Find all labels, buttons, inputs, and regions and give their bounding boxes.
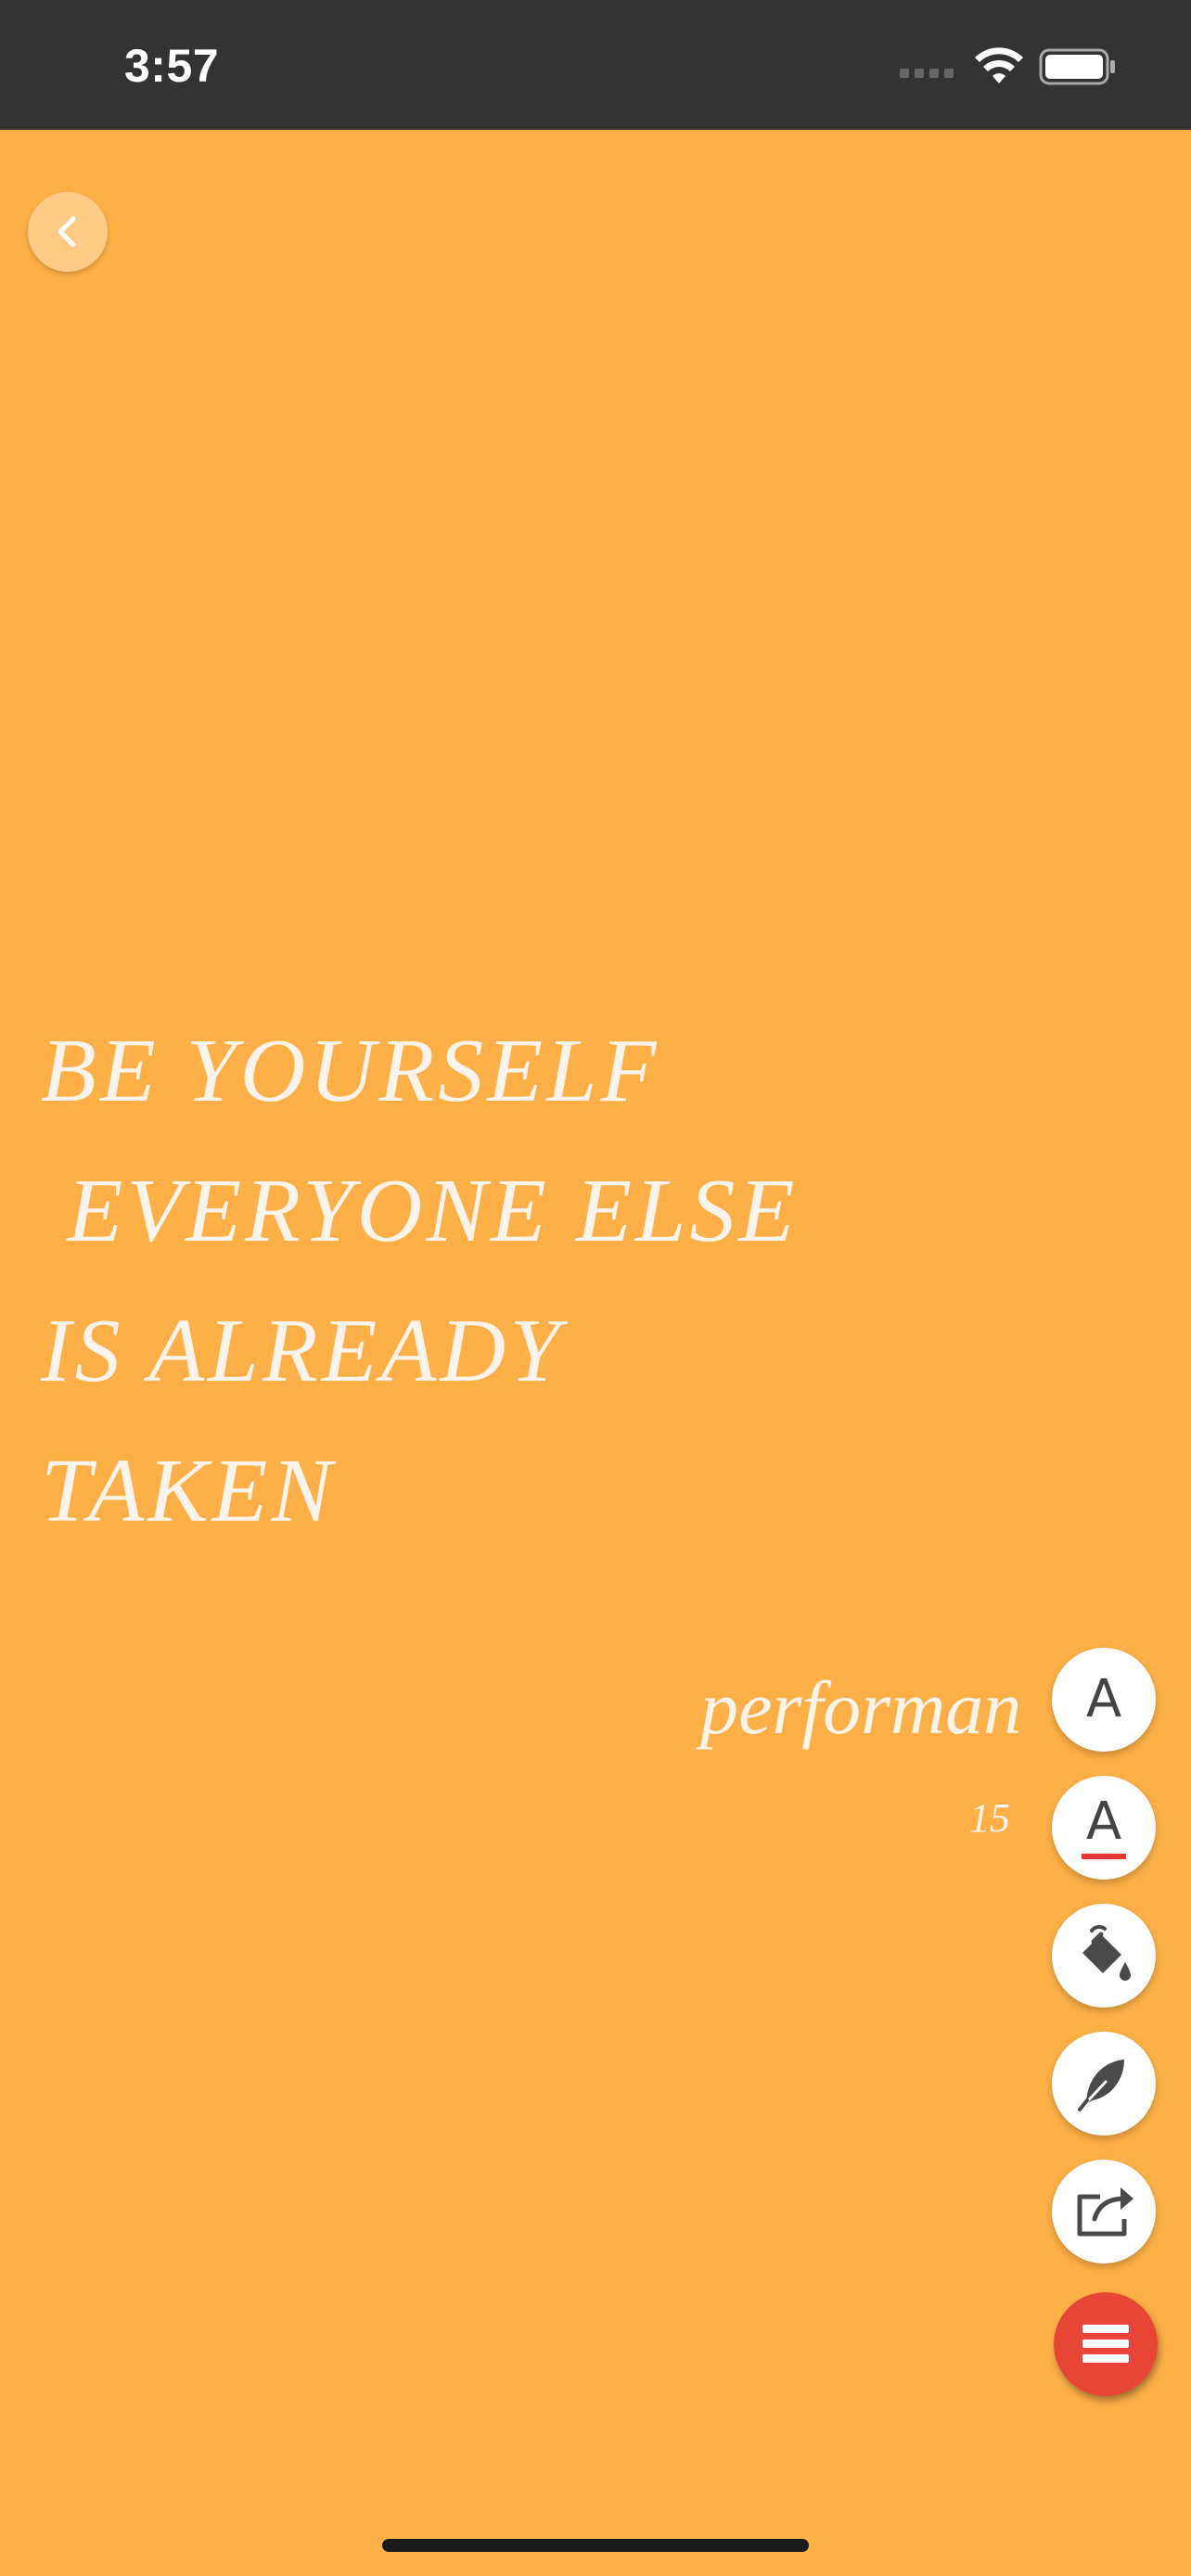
status-time: 3:57	[124, 40, 220, 92]
signature-button[interactable]	[1052, 2032, 1156, 2136]
color-underline	[1082, 1854, 1126, 1859]
quote-author[interactable]: performan	[700, 1664, 1021, 1752]
status-bar: 3:57	[0, 0, 1191, 130]
menu-button[interactable]	[1054, 2292, 1158, 2396]
home-indicator[interactable]	[382, 2539, 809, 2552]
paint-bucket-icon	[1082, 1925, 1131, 1981]
wifi-icon	[975, 47, 1023, 83]
quote-text[interactable]: BE YOURSELF EVERYONE ELSE IS ALREADY TAK…	[41, 1001, 1108, 1562]
text-color-icon: A	[1076, 1791, 1132, 1865]
chevron-left-icon	[58, 216, 76, 248]
share-icon	[1077, 2187, 1133, 2237]
share-button[interactable]	[1052, 2160, 1156, 2264]
battery-icon	[1039, 48, 1115, 85]
background-fill-button[interactable]	[1052, 1904, 1156, 2008]
text-color-glyph: A	[1085, 1792, 1122, 1852]
font-icon: A	[1085, 1669, 1122, 1729]
cellular-signal-icon	[900, 69, 954, 78]
text-color-button[interactable]: A	[1052, 1776, 1156, 1880]
quote-meta: 15	[969, 1795, 1010, 1841]
font-button[interactable]: A	[1052, 1648, 1156, 1752]
hamburger-menu-icon	[1082, 2325, 1129, 2363]
back-button[interactable]	[28, 192, 108, 272]
feather-pen-icon	[1078, 2060, 1124, 2111]
